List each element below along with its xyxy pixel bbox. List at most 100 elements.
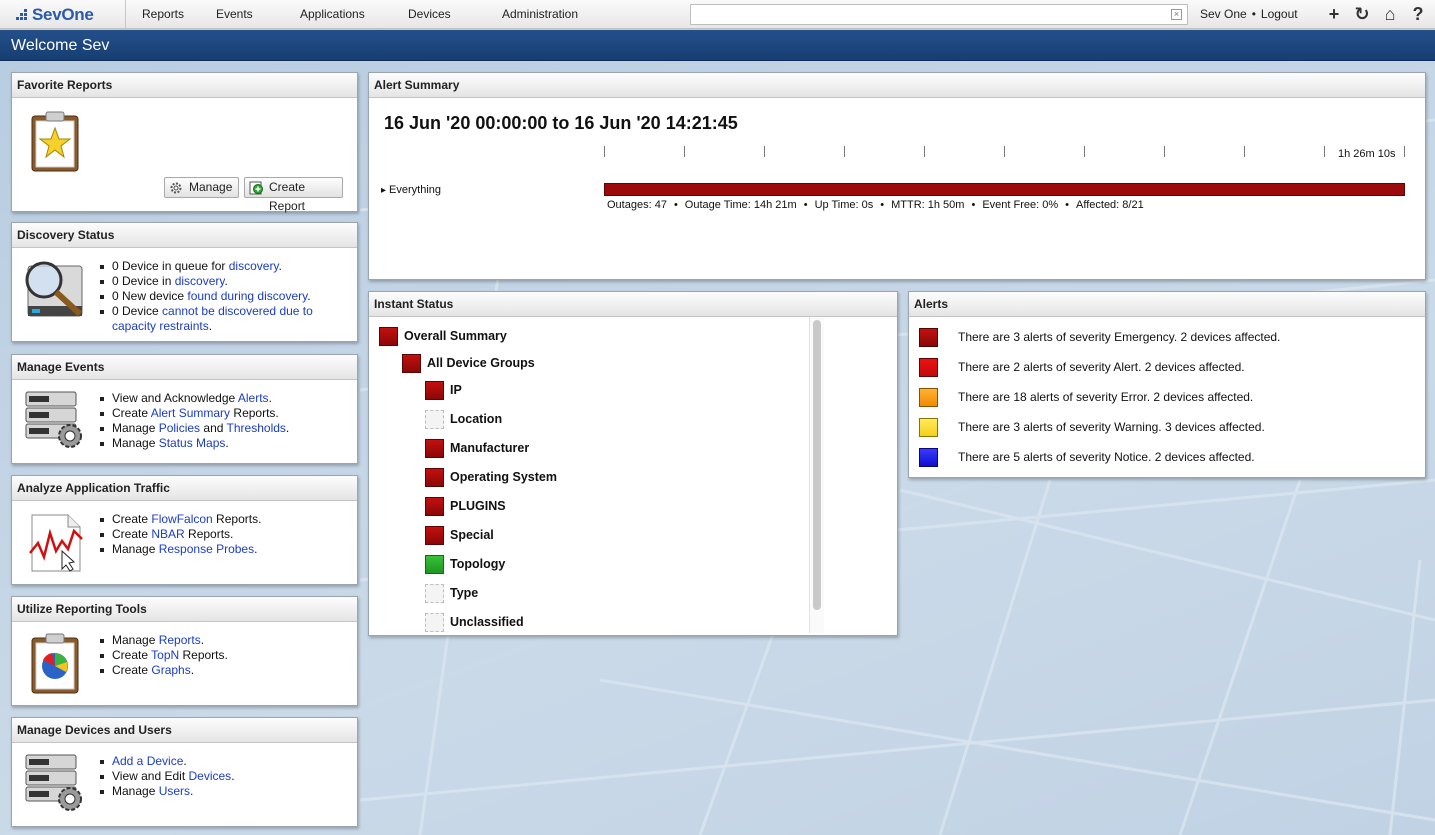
top-navbar: SevOne Reports Events Applications Devic… — [0, 0, 1435, 29]
list-item: Create FlowFalcon Reports. — [98, 512, 261, 527]
status-item-label: Location — [450, 412, 503, 426]
alert-row[interactable]: There are 2 alerts of severity Alert. 2 … — [919, 357, 1245, 377]
status-tree-item[interactable]: Special — [425, 525, 494, 545]
status-tree-item[interactable]: PLUGINS — [425, 496, 506, 516]
severity-indicator-icon — [919, 357, 938, 377]
search-input[interactable]: × — [690, 4, 1188, 25]
cannot-be-discovered-link[interactable]: cannot be discovered due to — [162, 304, 313, 318]
panel-title: Favorite Reports — [12, 73, 357, 98]
discovery-list: 0 Device in queue for discovery. 0 Devic… — [98, 259, 313, 334]
list-item: Add a Device. — [98, 754, 235, 769]
clear-search-icon[interactable]: × — [1171, 9, 1182, 20]
status-item-label: Overall Summary — [404, 329, 507, 343]
status-tree-item[interactable]: Operating System — [425, 467, 557, 487]
add-report-icon — [249, 181, 263, 195]
status-item-label: Unclassified — [450, 615, 524, 629]
discovery-queue-link[interactable]: discovery — [229, 259, 279, 273]
capacity-restraints-link[interactable]: capacity restraints — [112, 319, 209, 333]
logout-link[interactable]: Logout — [1261, 7, 1298, 21]
status-item-label: Topology — [450, 557, 506, 571]
thresholds-link[interactable]: Thresholds — [227, 421, 286, 435]
nav-events[interactable]: Events — [200, 0, 284, 29]
user-name[interactable]: Sev One — [1200, 7, 1247, 21]
reporting-list: Manage Reports. Create TopN Reports. Cre… — [98, 633, 228, 678]
list-item: Create TopN Reports. — [98, 648, 228, 663]
alert-summary-range: 16 Jun '20 00:00:00 to 16 Jun '20 14:21:… — [384, 113, 738, 133]
nbar-link[interactable]: NBAR — [151, 527, 184, 541]
users-link[interactable]: Users — [159, 784, 190, 798]
app-traffic-panel: Analyze Application Traffic Create FlowF… — [11, 475, 358, 585]
status-item-label: Operating System — [450, 470, 557, 484]
panel-title: Instant Status — [369, 292, 897, 317]
response-probes-link[interactable]: Response Probes — [159, 542, 254, 556]
stat-outages: Outages: 47 — [607, 199, 667, 211]
found-during-discovery-link[interactable]: found during discovery — [187, 289, 307, 303]
discovery-link[interactable]: discovery — [175, 274, 225, 288]
devices-users-panel: Manage Devices and Users Add a Device. V… — [11, 717, 358, 827]
status-tree-item[interactable]: Topology — [425, 554, 505, 574]
timeline-ticks — [604, 146, 1405, 158]
alert-row[interactable]: There are 3 alerts of severity Emergency… — [919, 327, 1280, 347]
alert-row[interactable]: There are 3 alerts of severity Warning. … — [919, 417, 1265, 437]
home-icon[interactable]: ⌂ — [1376, 4, 1404, 25]
alert-row[interactable]: There are 5 alerts of severity Notice. 2… — [919, 447, 1255, 467]
alert-row[interactable]: There are 18 alerts of severity Error. 2… — [919, 387, 1253, 407]
list-item: Manage Users. — [98, 784, 235, 799]
help-icon[interactable]: ? — [1404, 4, 1432, 25]
nav-reports[interactable]: Reports — [126, 0, 200, 29]
status-indicator-icon — [425, 380, 444, 400]
alert-text: There are 5 alerts of severity Notice. 2… — [958, 450, 1255, 464]
main-nav: Reports Events Applications Devices Admi… — [126, 0, 594, 29]
status-indicator-icon — [425, 409, 444, 429]
status-tree-item[interactable]: Manufacturer — [425, 438, 529, 458]
welcome-banner: Welcome Sev — [0, 30, 1435, 61]
list-item: Create Graphs. — [98, 663, 228, 678]
scrollbar-thumb[interactable] — [813, 320, 821, 610]
alert-text: There are 18 alerts of severity Error. 2… — [958, 390, 1254, 404]
panel-title: Discovery Status — [12, 223, 357, 248]
status-indicator-icon — [425, 554, 444, 574]
graphs-link[interactable]: Graphs — [151, 663, 190, 677]
nav-administration[interactable]: Administration — [486, 0, 594, 29]
outage-timeline-bar[interactable] — [604, 183, 1405, 196]
devices-link[interactable]: Devices — [189, 769, 232, 783]
reporting-tools-panel: Utilize Reporting Tools Manage Reports. … — [11, 596, 358, 706]
alerts-link[interactable]: Alerts — [238, 391, 269, 405]
server-gear-icon — [24, 753, 88, 816]
severity-indicator-icon — [919, 327, 938, 347]
refresh-icon[interactable]: ↻ — [1348, 4, 1376, 25]
everything-row-toggle[interactable]: Everything — [381, 184, 441, 196]
list-item: 0 Device in queue for discovery. — [98, 259, 313, 274]
stat-mttr: MTTR: 1h 50m — [891, 199, 965, 211]
status-tree-item[interactable]: Unclassified — [425, 612, 524, 632]
manage-favorites-button[interactable]: Manage — [164, 177, 239, 198]
alert-summary-link[interactable]: Alert Summary — [151, 406, 230, 420]
status-tree-item[interactable]: Type — [425, 583, 478, 603]
status-tree-item[interactable]: All Device Groups — [402, 353, 535, 373]
user-area: Sev One • Logout — [1200, 7, 1298, 21]
alerts-panel: Alerts There are 3 alerts of severity Em… — [908, 291, 1426, 478]
list-item: 0 New device found during discovery. — [98, 289, 313, 304]
list-item: Manage Status Maps. — [98, 436, 289, 451]
create-report-button[interactable]: Create Report — [244, 177, 343, 213]
nav-applications[interactable]: Applications — [284, 0, 392, 29]
status-item-label: Special — [450, 528, 494, 542]
status-maps-link[interactable]: Status Maps — [159, 436, 226, 450]
topn-link[interactable]: TopN — [151, 648, 179, 662]
status-tree-item[interactable]: Location — [425, 409, 502, 429]
policies-link[interactable]: Policies — [159, 421, 200, 435]
flowfalcon-link[interactable]: FlowFalcon — [151, 512, 212, 526]
instant-status-scrollbar[interactable] — [809, 317, 824, 633]
nav-devices[interactable]: Devices — [392, 0, 486, 29]
alert-text: There are 3 alerts of severity Warning. … — [958, 420, 1265, 434]
status-tree-item[interactable]: Overall Summary — [379, 326, 507, 346]
sevone-logo[interactable]: SevOne — [0, 0, 126, 29]
reports-link[interactable]: Reports — [159, 633, 201, 647]
events-list: View and Acknowledge Alerts. Create Aler… — [98, 391, 289, 451]
status-indicator-icon — [425, 467, 444, 487]
magnifier-server-icon — [22, 258, 88, 325]
add-icon[interactable]: + — [1320, 4, 1348, 25]
panel-title: Manage Devices and Users — [12, 718, 357, 743]
status-tree-item[interactable]: IP — [425, 380, 462, 400]
add-device-link[interactable]: Add a Device — [112, 754, 183, 768]
